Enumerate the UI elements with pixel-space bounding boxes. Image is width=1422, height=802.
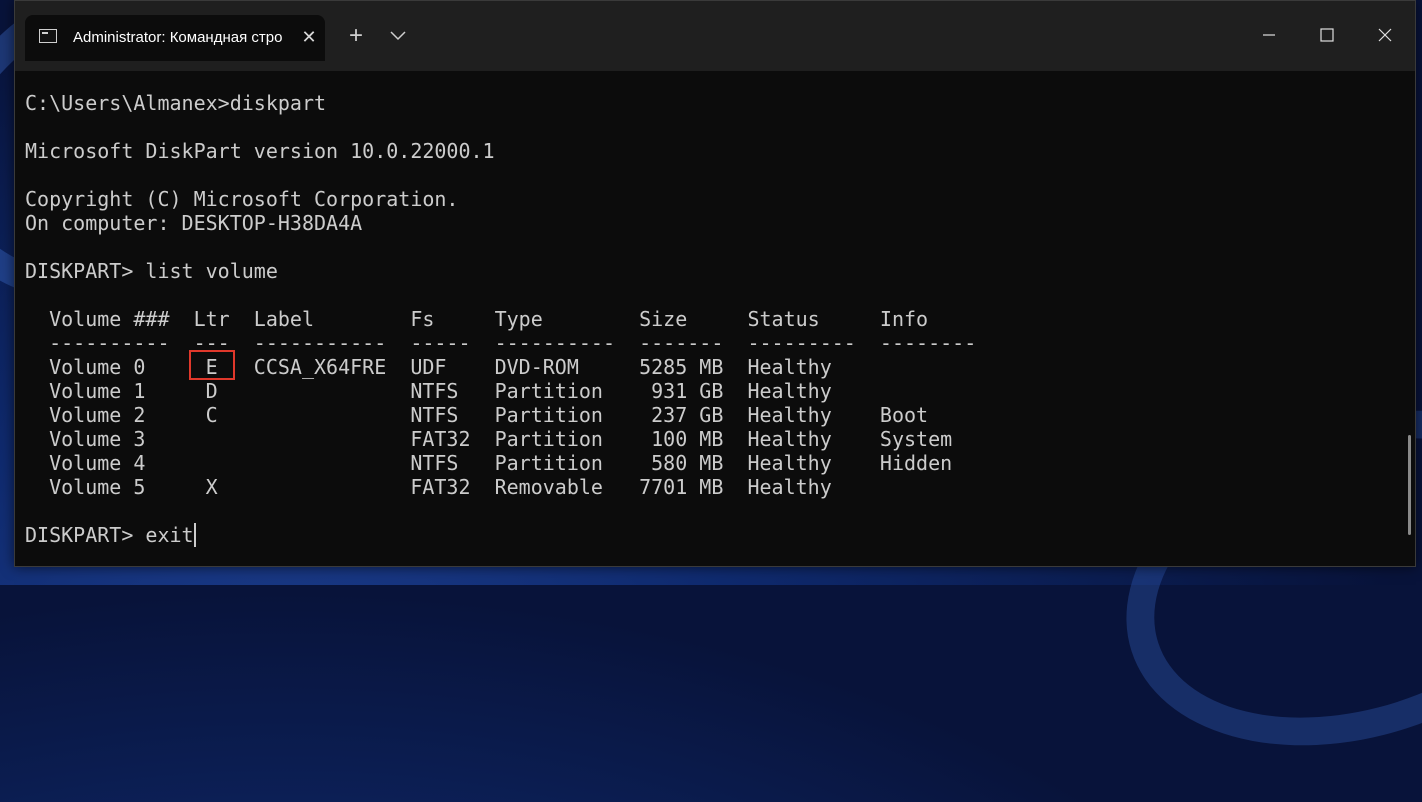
console-line: Copyright (C) Microsoft Corporation. <box>25 187 459 211</box>
tab-dropdown-button[interactable] <box>383 23 413 51</box>
console-line: Microsoft DiskPart version 10.0.22000.1 <box>25 139 495 163</box>
close-button[interactable] <box>1365 19 1405 51</box>
table-row: Volume 0 E CCSA_X64FRE UDF DVD-ROM 5285 … <box>25 355 832 379</box>
minimize-button[interactable] <box>1249 19 1289 51</box>
console-line: DISKPART> list volume <box>25 259 278 283</box>
tab-close-button[interactable]: ✕ <box>297 25 321 49</box>
table-row: Volume 4 NTFS Partition 580 MB Healthy H… <box>25 451 953 475</box>
console-output[interactable]: C:\Users\Almanex>diskpart Microsoft Disk… <box>15 71 1415 566</box>
terminal-window: Administrator: Командная стро ✕ + C:\Use… <box>14 0 1416 567</box>
text-cursor <box>193 523 196 547</box>
highlight-box-drive-letter <box>189 350 235 380</box>
console-line: On computer: DESKTOP-H38DA4A <box>25 211 363 235</box>
new-tab-button[interactable]: + <box>341 23 371 51</box>
table-row: Volume 3 FAT32 Partition 100 MB Healthy … <box>25 427 953 451</box>
table-row: Volume 1 D NTFS Partition 931 GB Healthy <box>25 379 832 403</box>
prompt-text: DISKPART> exit <box>25 523 194 547</box>
table-row: Volume 5 X FAT32 Removable 7701 MB Healt… <box>25 475 832 499</box>
cmd-icon <box>39 29 57 43</box>
scrollbar-thumb[interactable] <box>1408 435 1411 535</box>
minimize-icon <box>1263 34 1275 36</box>
console-line: C:\Users\Almanex>diskpart <box>25 91 327 115</box>
table-row: Volume 2 C NTFS Partition 237 GB Healthy… <box>25 403 929 427</box>
chevron-down-icon <box>390 31 406 41</box>
title-bar[interactable]: Administrator: Командная стро ✕ + <box>15 1 1415 71</box>
close-icon <box>1378 28 1392 42</box>
table-header-row: Volume ### Ltr Label Fs Type Size Status… <box>25 307 929 331</box>
maximize-button[interactable] <box>1307 19 1347 51</box>
tab-command-prompt[interactable]: Administrator: Командная стро ✕ <box>25 15 325 61</box>
table-separator-row: ---------- --- ----------- ----- -------… <box>25 331 977 355</box>
maximize-icon <box>1320 28 1334 42</box>
command-input-line[interactable]: DISKPART> exit <box>25 523 196 547</box>
tab-title: Administrator: Командная стро <box>73 29 283 46</box>
